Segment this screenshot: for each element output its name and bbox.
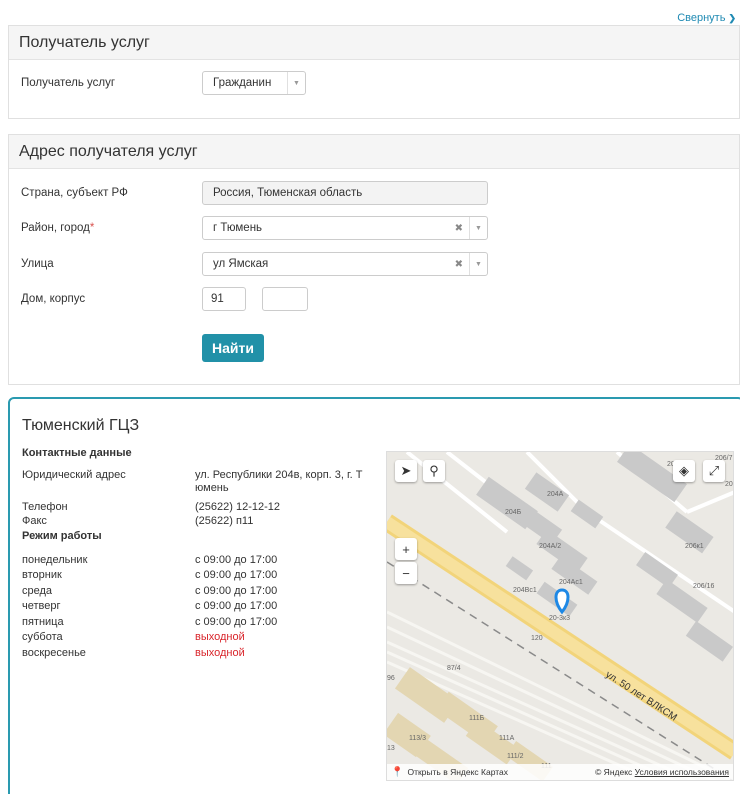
map-building-label: 206к1 (685, 543, 704, 550)
schedule-day: понедельник (22, 554, 88, 566)
map-building-label: 96 (387, 675, 395, 682)
chevron-down-icon: ▼ (287, 72, 305, 94)
terms-link[interactable]: Условия использования (635, 767, 729, 777)
recipient-select[interactable]: Гражданин ▼ (202, 71, 306, 95)
schedule-day: суббота (22, 631, 63, 643)
search-icon[interactable]: ⚲ (423, 460, 445, 482)
organization-name: Тюменский ГЦЗ (22, 417, 140, 434)
country-value: Россия, Тюменская область (213, 187, 363, 199)
map-building-label: 204Вс1 (513, 587, 537, 594)
fullscreen-icon[interactable]: ⤢ (703, 460, 725, 482)
phone-value: (25622) 12-12-12 (195, 501, 281, 513)
recipient-panel: Получатель услуг Получатель услуг Гражда… (8, 25, 740, 119)
contacts-heading: Контактные данные (22, 447, 132, 459)
map-building-label: 20 (725, 481, 733, 488)
locate-icon[interactable]: ➤ (395, 460, 417, 482)
street-label: Улица (21, 258, 54, 270)
map-building-label: 111А (499, 735, 515, 742)
schedule-hours: с 09:00 до 17:00 (195, 554, 278, 566)
map-marker-icon: 📍 (391, 766, 404, 778)
house-number-value: 91 (211, 293, 224, 305)
map-building-label: 204Ас1 (559, 579, 583, 586)
map-copyright: © Яндекс Условия использования (595, 767, 729, 777)
city-select[interactable]: г Тюмень ✖ ▼ (202, 216, 488, 240)
country-field[interactable]: Россия, Тюменская область (202, 181, 488, 205)
fax-label: Факс (22, 515, 47, 527)
map-building-label: 113/3 (409, 735, 426, 742)
schedule-day: вторник (22, 569, 62, 581)
city-select-value: г Тюмень (213, 222, 263, 234)
schedule-hours: с 09:00 до 17:00 (195, 616, 278, 628)
map-building-label: 111Б (469, 715, 485, 722)
house-label: Дом, корпус (21, 293, 86, 305)
organization-panel: Тюменский ГЦЗ Контактные данные Юридичес… (8, 397, 740, 794)
schedule-day: среда (22, 585, 53, 597)
layers-icon[interactable]: ◈ (673, 460, 695, 482)
zoom-in-icon[interactable]: + (395, 538, 417, 560)
map-building-label: 20-3к3 (549, 615, 570, 622)
schedule-hours: с 09:00 до 17:00 (195, 585, 278, 597)
phone-label: Телефон (22, 501, 68, 513)
recipient-select-value: Гражданин (213, 77, 272, 89)
find-button[interactable]: Найти (202, 334, 264, 362)
collapse-label: Свернуть (677, 12, 726, 24)
chevron-down-icon: ❯ (728, 12, 736, 23)
map-canvas[interactable]: ул. 50 лет ВЛКСМ 204А 204Б 204А/2 204Ас1… (387, 452, 734, 781)
map-building-label: 120 (531, 635, 543, 642)
city-label: Район, город* (21, 222, 95, 234)
map-building-label: 206/16 (693, 583, 715, 590)
country-label: Страна, субъект РФ (21, 187, 128, 199)
schedule-day: пятница (22, 616, 64, 628)
clear-icon[interactable]: ✖ (455, 259, 463, 270)
street-select[interactable]: ул Ямская ✖ ▼ (202, 252, 488, 276)
address-panel: Адрес получателя услуг Страна, субъект Р… (8, 134, 740, 385)
map-building-label: 87/4 (447, 665, 461, 672)
map-building-label: 204А/2 (539, 543, 561, 550)
zoom-out-icon[interactable]: − (395, 562, 417, 584)
map-footer: 📍 Открыть в Яндекс Картах © Яндекс Услов… (387, 764, 733, 780)
schedule-hours: с 09:00 до 17:00 (195, 569, 278, 581)
legal-address-label: Юридический адрес (22, 469, 126, 481)
schedule-hours: выходной (195, 647, 245, 659)
chevron-down-icon: ▼ (469, 217, 487, 239)
legal-address-value: ул. Республики 204в, корп. 3, г. Т юмень (195, 469, 363, 494)
clear-icon[interactable]: ✖ (455, 223, 463, 234)
map-building-label: 204Б (505, 509, 522, 516)
map-widget[interactable]: ул. 50 лет ВЛКСМ 204А 204Б 204А/2 204Ас1… (386, 451, 734, 781)
fax-value: (25622) п11 (195, 515, 254, 527)
chevron-down-icon: ▼ (469, 253, 487, 275)
schedule-day: воскресенье (22, 647, 86, 659)
schedule-hours: с 09:00 до 17:00 (195, 600, 278, 612)
schedule-hours: выходной (195, 631, 245, 643)
map-building-label: 111/2 (507, 753, 524, 760)
recipient-panel-title: Получатель услуг (9, 26, 739, 60)
street-select-value: ул Ямская (213, 258, 269, 270)
required-marker: * (89, 222, 95, 234)
address-panel-title: Адрес получателя услуг (9, 135, 739, 169)
map-building-label: 204А (547, 491, 564, 498)
schedule-heading: Режим работы (22, 530, 102, 542)
recipient-label: Получатель услуг (21, 77, 116, 89)
collapse-link[interactable]: Свернуть ❯ (677, 12, 736, 24)
house-number-input[interactable]: 91 (202, 287, 246, 311)
open-in-yandex-link[interactable]: 📍 Открыть в Яндекс Картах (391, 767, 508, 778)
map-building-label: 13 (387, 745, 395, 752)
schedule-day: четверг (22, 600, 61, 612)
building-input[interactable] (262, 287, 308, 311)
